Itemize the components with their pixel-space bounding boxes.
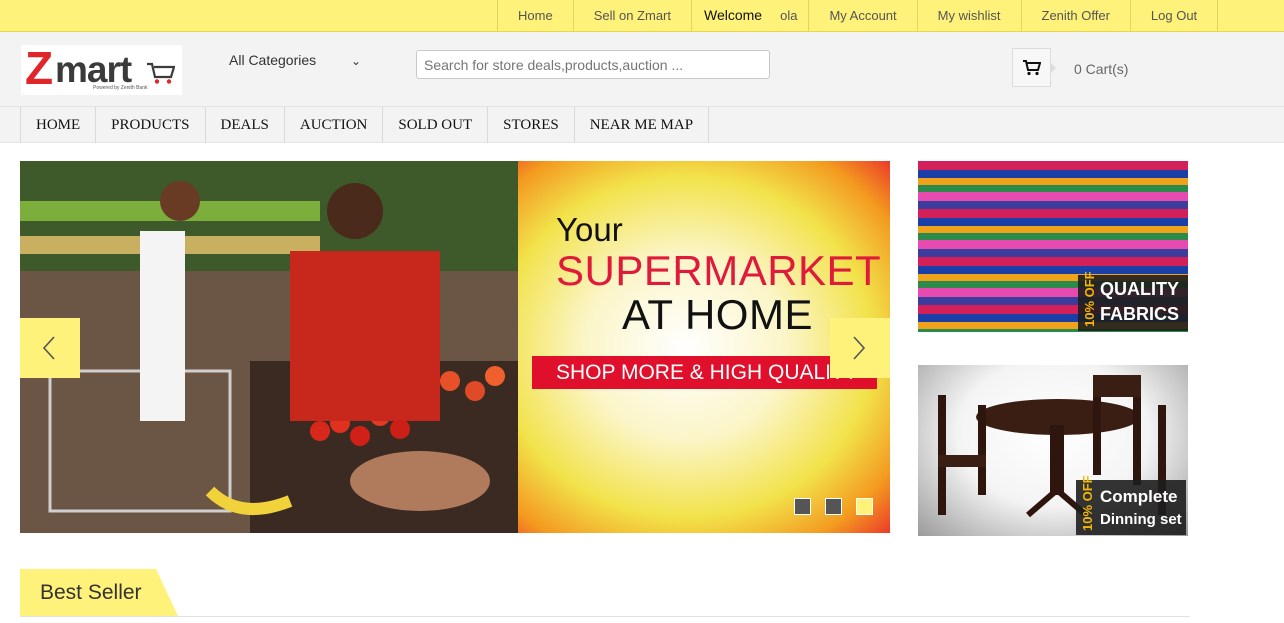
- nav-auction[interactable]: AUCTION: [283, 107, 383, 143]
- nav-products[interactable]: PRODUCTS: [95, 107, 204, 143]
- username[interactable]: ola: [780, 8, 797, 23]
- main-nav: HOME PRODUCTS DEALS AUCTION SOLD OUT STO…: [20, 107, 710, 143]
- fabrics-banner[interactable]: 10% OFF QUALITY FABRICS: [918, 161, 1188, 332]
- dining-label: 10% OFF Complete Dinning set: [1076, 475, 1186, 535]
- cart-pointer: [1050, 62, 1056, 74]
- ad-line-your: Your: [556, 211, 623, 248]
- bestseller-title: Best Seller: [40, 581, 142, 604]
- welcome-user: Welcome ola: [691, 0, 808, 31]
- top-link-account[interactable]: My Account: [808, 0, 916, 31]
- top-link-wishlist[interactable]: My wishlist: [916, 0, 1021, 31]
- ad-strip: SHOP MORE & HIGH QUALITY: [532, 356, 877, 389]
- slider-dot-2[interactable]: [825, 498, 842, 515]
- search-input[interactable]: [416, 50, 770, 79]
- top-bar: Home Sell on Zmart Welcome ola My Account…: [0, 0, 1284, 32]
- cart-count[interactable]: 0 Cart(s): [1074, 61, 1128, 77]
- nav-sold-out[interactable]: SOLD OUT: [382, 107, 487, 143]
- nav-home[interactable]: HOME: [20, 107, 95, 143]
- top-link-home[interactable]: Home: [497, 0, 573, 31]
- top-link-logout[interactable]: Log Out: [1129, 0, 1219, 31]
- logo-tagline: Powered by Zenith Bank: [93, 85, 148, 91]
- top-link-sell[interactable]: Sell on Zmart: [572, 0, 691, 31]
- fabrics-label: 10% OFF QUALITY FABRICS: [1078, 271, 1188, 331]
- chevron-right-icon: [853, 336, 866, 360]
- supermarket-illustration: [20, 161, 518, 533]
- cart-icon: [1023, 60, 1041, 76]
- main-nav-bar: HOME PRODUCTS DEALS AUCTION SOLD OUT STO…: [0, 106, 1284, 143]
- top-nav: Home Sell on Zmart Welcome ola My Account…: [497, 0, 1219, 31]
- nav-deals[interactable]: DEALS: [204, 107, 284, 143]
- fabrics-off: 10% OFF: [1082, 271, 1097, 327]
- dining-line2: Dinning set: [1100, 511, 1182, 528]
- logo[interactable]: Z mart Powered by Zenith Bank: [21, 42, 182, 95]
- hero-slider[interactable]: Your SUPERMARKET AT HOME SHOP MORE & HIG…: [20, 161, 890, 533]
- chevron-down-icon[interactable]: ⌄: [351, 54, 361, 68]
- logo-cart-icon: [147, 62, 175, 84]
- ad-line-supermarket: SUPERMARKET: [556, 247, 882, 294]
- ad-line-at-home: AT HOME: [622, 291, 813, 338]
- cart-button[interactable]: [1012, 48, 1051, 87]
- supermarket-photo: [20, 161, 518, 533]
- category-select[interactable]: All Categories: [229, 52, 316, 68]
- dining-line1: Complete: [1100, 487, 1178, 506]
- slider-prev-button[interactable]: [20, 318, 80, 378]
- logo-z: Z: [25, 42, 54, 94]
- fabrics-line1: QUALITY: [1100, 279, 1179, 299]
- welcome-label: Welcome: [704, 7, 763, 23]
- chevron-left-icon: [42, 336, 55, 360]
- slider-dot-1[interactable]: [794, 498, 811, 515]
- slider-dots: [794, 498, 873, 515]
- fabrics-line2: FABRICS: [1100, 304, 1180, 324]
- slider-next-button[interactable]: [830, 318, 890, 378]
- slider-dot-3[interactable]: [856, 498, 873, 515]
- header: Z mart Powered by Zenith Bank All Catego…: [0, 32, 1284, 106]
- bestseller-divider: [20, 616, 1190, 617]
- dining-off: 10% OFF: [1080, 475, 1095, 531]
- nav-stores[interactable]: STORES: [487, 107, 574, 143]
- dining-banner[interactable]: 10% OFF Complete Dinning set: [918, 365, 1188, 536]
- top-link-offer[interactable]: Zenith Offer: [1020, 0, 1130, 31]
- nav-near-me-map[interactable]: NEAR ME MAP: [573, 107, 710, 143]
